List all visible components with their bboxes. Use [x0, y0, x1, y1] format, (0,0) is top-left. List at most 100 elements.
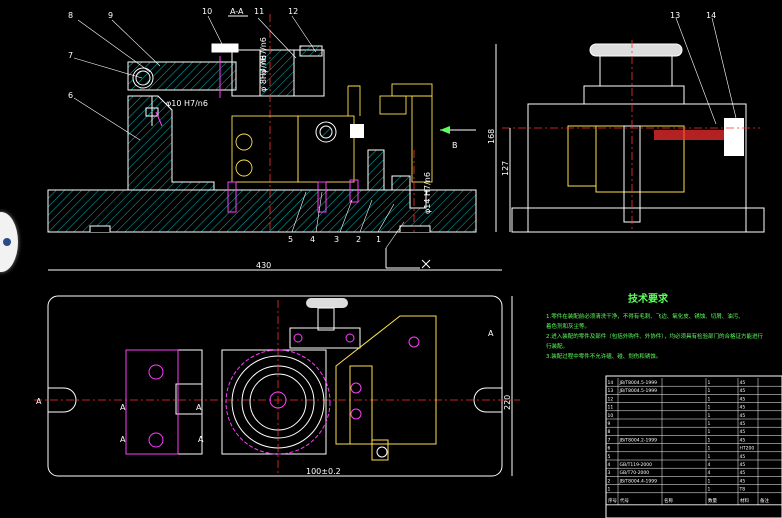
side-view: 168 127 13 14	[487, 11, 765, 233]
note-line: 行装配。	[546, 342, 568, 350]
cross-mark-icon	[421, 259, 431, 269]
part-number-9: 9	[108, 11, 113, 20]
bom-cell: 1	[708, 454, 711, 460]
bom-cell: 11	[608, 405, 614, 411]
part-number-11: 11	[254, 7, 264, 16]
locating-pin	[367, 149, 385, 191]
part-number-4: 4	[310, 235, 315, 244]
technical-notes: 技术要求 1.零件在装配前必须清洗干净，不得有毛刺、飞边、氧化皮、锈蚀、切屑、油…	[546, 292, 764, 360]
bom-cell: 45	[740, 388, 746, 394]
part-number-10: 10	[202, 7, 212, 16]
base-notch-left	[89, 225, 111, 232]
section-mark: A	[488, 329, 494, 338]
section-mark: A	[196, 403, 202, 412]
bom-cell: 2	[608, 478, 611, 484]
bom-cell: 45	[740, 413, 746, 419]
bom-cell: 14	[608, 380, 614, 386]
bom-header-cell: 备注	[760, 497, 769, 504]
bom-cell: 45	[740, 405, 746, 411]
view-arrow-label: B	[452, 141, 458, 150]
bom-cell: 5	[608, 454, 611, 460]
bom-cell: HT200	[740, 446, 755, 452]
part-number-12: 12	[288, 7, 298, 16]
bom-cell: 6	[608, 446, 611, 452]
bom-header-cell: 名称	[664, 497, 673, 504]
bom-cell: 1	[708, 487, 711, 493]
bom-cell: 12	[608, 396, 614, 402]
notes-title: 技术要求	[628, 292, 669, 305]
bom-cell: 7	[608, 437, 611, 443]
note-line: 3.装配过程中零件不允许磕、碰、划伤和锈蚀。	[546, 352, 661, 360]
bom-cell: 4	[708, 462, 711, 468]
top-base-plate	[47, 295, 503, 477]
note-line: 着色剂和灰尘等。	[546, 322, 590, 330]
side-body	[527, 103, 747, 233]
bom-cell: 1	[708, 429, 711, 435]
bom-cell: JB/T8004.2-1999	[619, 437, 658, 443]
bom-cell: 1	[708, 421, 711, 427]
bom-cell: 13	[608, 388, 614, 394]
bom-cell: T8	[739, 487, 746, 493]
note-line: 2.进入装配的零件及部件（包括外购件、外协件），均必须具有检验部门的合格证方能进…	[546, 332, 764, 340]
bom-cell: JB/T8004.5-1999	[619, 380, 658, 386]
knurled-nut	[724, 118, 744, 156]
bom-cell: 45	[740, 421, 746, 427]
section-label: A-A	[230, 7, 244, 16]
note-line: 1.零件在装配前必须清洗干净，不得有毛刺、飞边、氧化皮、锈蚀、切屑、油污、	[546, 312, 744, 320]
bom-cell: 9	[608, 421, 611, 427]
dim-fit-left: φ10 H7/n6	[166, 99, 208, 108]
section-mark: A	[198, 435, 204, 444]
bom-cell: 8	[608, 429, 611, 435]
bom-cell: 45	[740, 437, 746, 443]
part-number-6: 6	[68, 91, 73, 100]
part-number-8: 8	[68, 11, 73, 20]
bom-cell: 45	[740, 462, 746, 468]
bom-cell: 3	[608, 470, 611, 476]
bom-cell: JB/T8004.4-1999	[619, 478, 658, 484]
bom-cell: 4	[608, 462, 611, 468]
bom-cell: 1	[708, 446, 711, 452]
dim-height-center: 127	[501, 161, 510, 176]
section-mark: A	[36, 397, 42, 406]
bom-header-cell: 数量	[708, 497, 717, 504]
bom-header-cell: 材料	[740, 497, 749, 504]
clamp-bracket	[125, 349, 179, 455]
part-number-3: 3	[334, 235, 339, 244]
part-number-13: 13	[670, 11, 680, 20]
dim-fit-mid: φ 8H7/n6	[259, 55, 268, 92]
base-notch-right	[399, 225, 431, 232]
part-number-7: 7	[68, 51, 73, 60]
bom-cell: 4	[708, 470, 711, 476]
dim-height-total: 168	[487, 129, 496, 144]
dim-fit-bottom: φ14 H7/n6	[423, 172, 432, 214]
bom-cell: JB/T8004.5-1999	[619, 388, 658, 394]
bom-cell: 45	[740, 380, 746, 386]
part-number-1: 1	[376, 235, 381, 244]
dim-center-distance: 100±0.2	[306, 467, 341, 476]
support-body	[127, 95, 215, 191]
view-arrow-icon	[440, 126, 450, 134]
part-number-2: 2	[356, 235, 361, 244]
bom-cell: 10	[608, 413, 614, 419]
bom-cell: 45	[740, 478, 746, 484]
front-section-view: A-A φ 7H7/n6 φ 8H7/n6 φ10 H7/n6 φ14 H7/n…	[47, 7, 477, 269]
side-knob	[589, 43, 683, 57]
part-number-5: 5	[288, 235, 293, 244]
bom-header-cell: 代号	[620, 497, 629, 504]
bom-cell: GB/T70-2000	[620, 470, 650, 476]
top-view: 430 220 100±0.2 A A A A A A	[34, 261, 520, 477]
bom-cell: 1	[708, 437, 711, 443]
top-knob	[306, 298, 348, 308]
adjust-screw	[654, 130, 724, 140]
bom-cell: 1	[708, 388, 711, 394]
bom-cell: 1	[708, 380, 711, 386]
bom-cell: 45	[740, 396, 746, 402]
dim-length-total: 430	[256, 261, 271, 270]
parts-list-table: 14 JB/T8004.5-1999 1 4513 JB/T8004.5-1999 1 45…	[605, 375, 782, 518]
bom-header-cell: 序号	[608, 497, 617, 504]
fixture-assembly-drawing: A-A φ 7H7/n6 φ 8H7/n6 φ10 H7/n6 φ14 H7/n…	[34, 7, 782, 518]
bom-cell: 45	[740, 454, 746, 460]
bom-cell: GB/T119-2000	[620, 462, 653, 468]
bom-cell: 1	[708, 396, 711, 402]
dim-width-total: 220	[503, 395, 512, 410]
